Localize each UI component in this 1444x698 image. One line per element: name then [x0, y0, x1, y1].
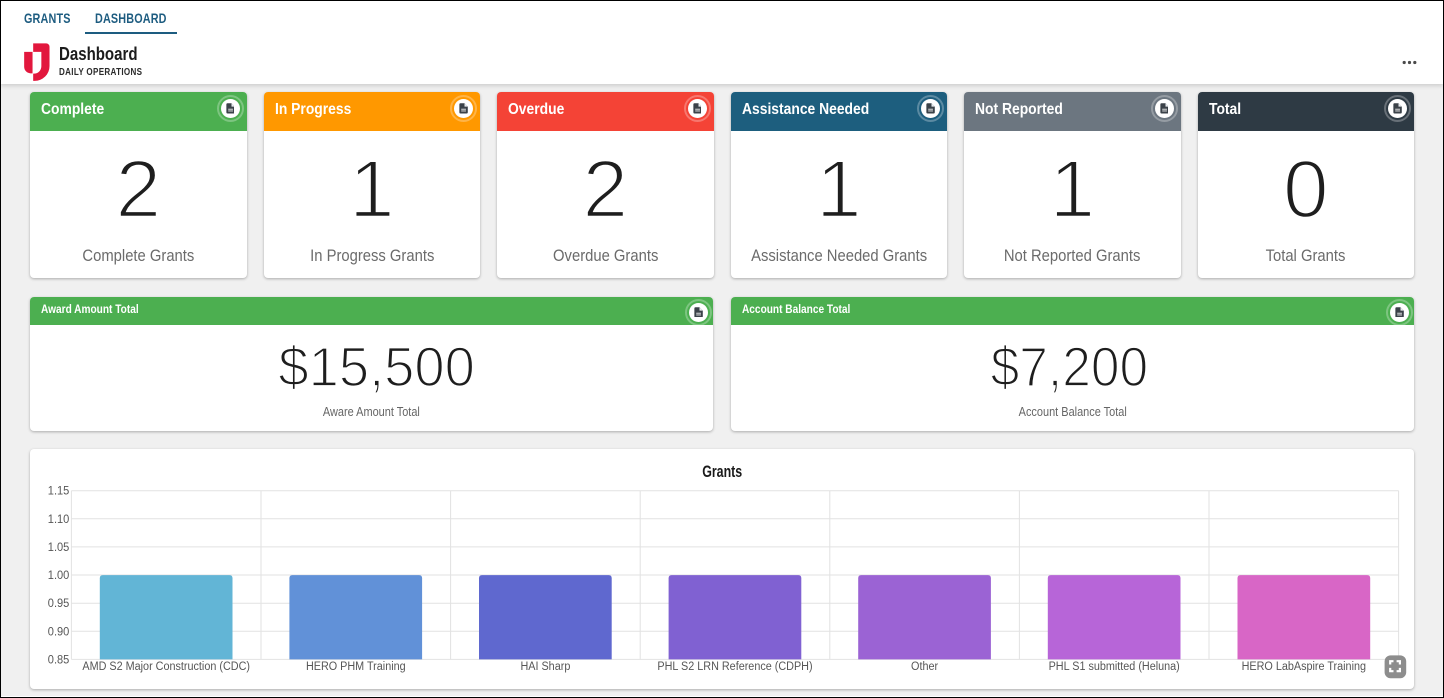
svg-text:AMD S2 Major Construction (CDC: AMD S2 Major Construction (CDC)	[82, 661, 250, 673]
svg-text:1.00: 1.00	[48, 570, 70, 582]
svg-text:0.95: 0.95	[48, 598, 70, 610]
svg-text:HERO PHM Training: HERO PHM Training	[306, 661, 406, 673]
svg-text:Grants: Grants	[702, 463, 742, 481]
svg-text:PHL S1 submitted (Heluna): PHL S1 submitted (Heluna)	[1049, 661, 1180, 673]
svg-text:Other: Other	[911, 661, 938, 673]
svg-text:HAI Sharp: HAI Sharp	[520, 661, 570, 673]
svg-text:0.90: 0.90	[48, 626, 70, 638]
svg-text:1.10: 1.10	[48, 514, 70, 526]
svg-text:HERO LabAspire Training: HERO LabAspire Training	[1242, 661, 1366, 673]
svg-text:1.05: 1.05	[48, 542, 70, 554]
svg-text:1.15: 1.15	[48, 486, 70, 498]
svg-text:0.85: 0.85	[48, 654, 70, 666]
svg-text:PHL S2 LRN Reference (CDPH): PHL S2 LRN Reference (CDPH)	[657, 661, 812, 673]
